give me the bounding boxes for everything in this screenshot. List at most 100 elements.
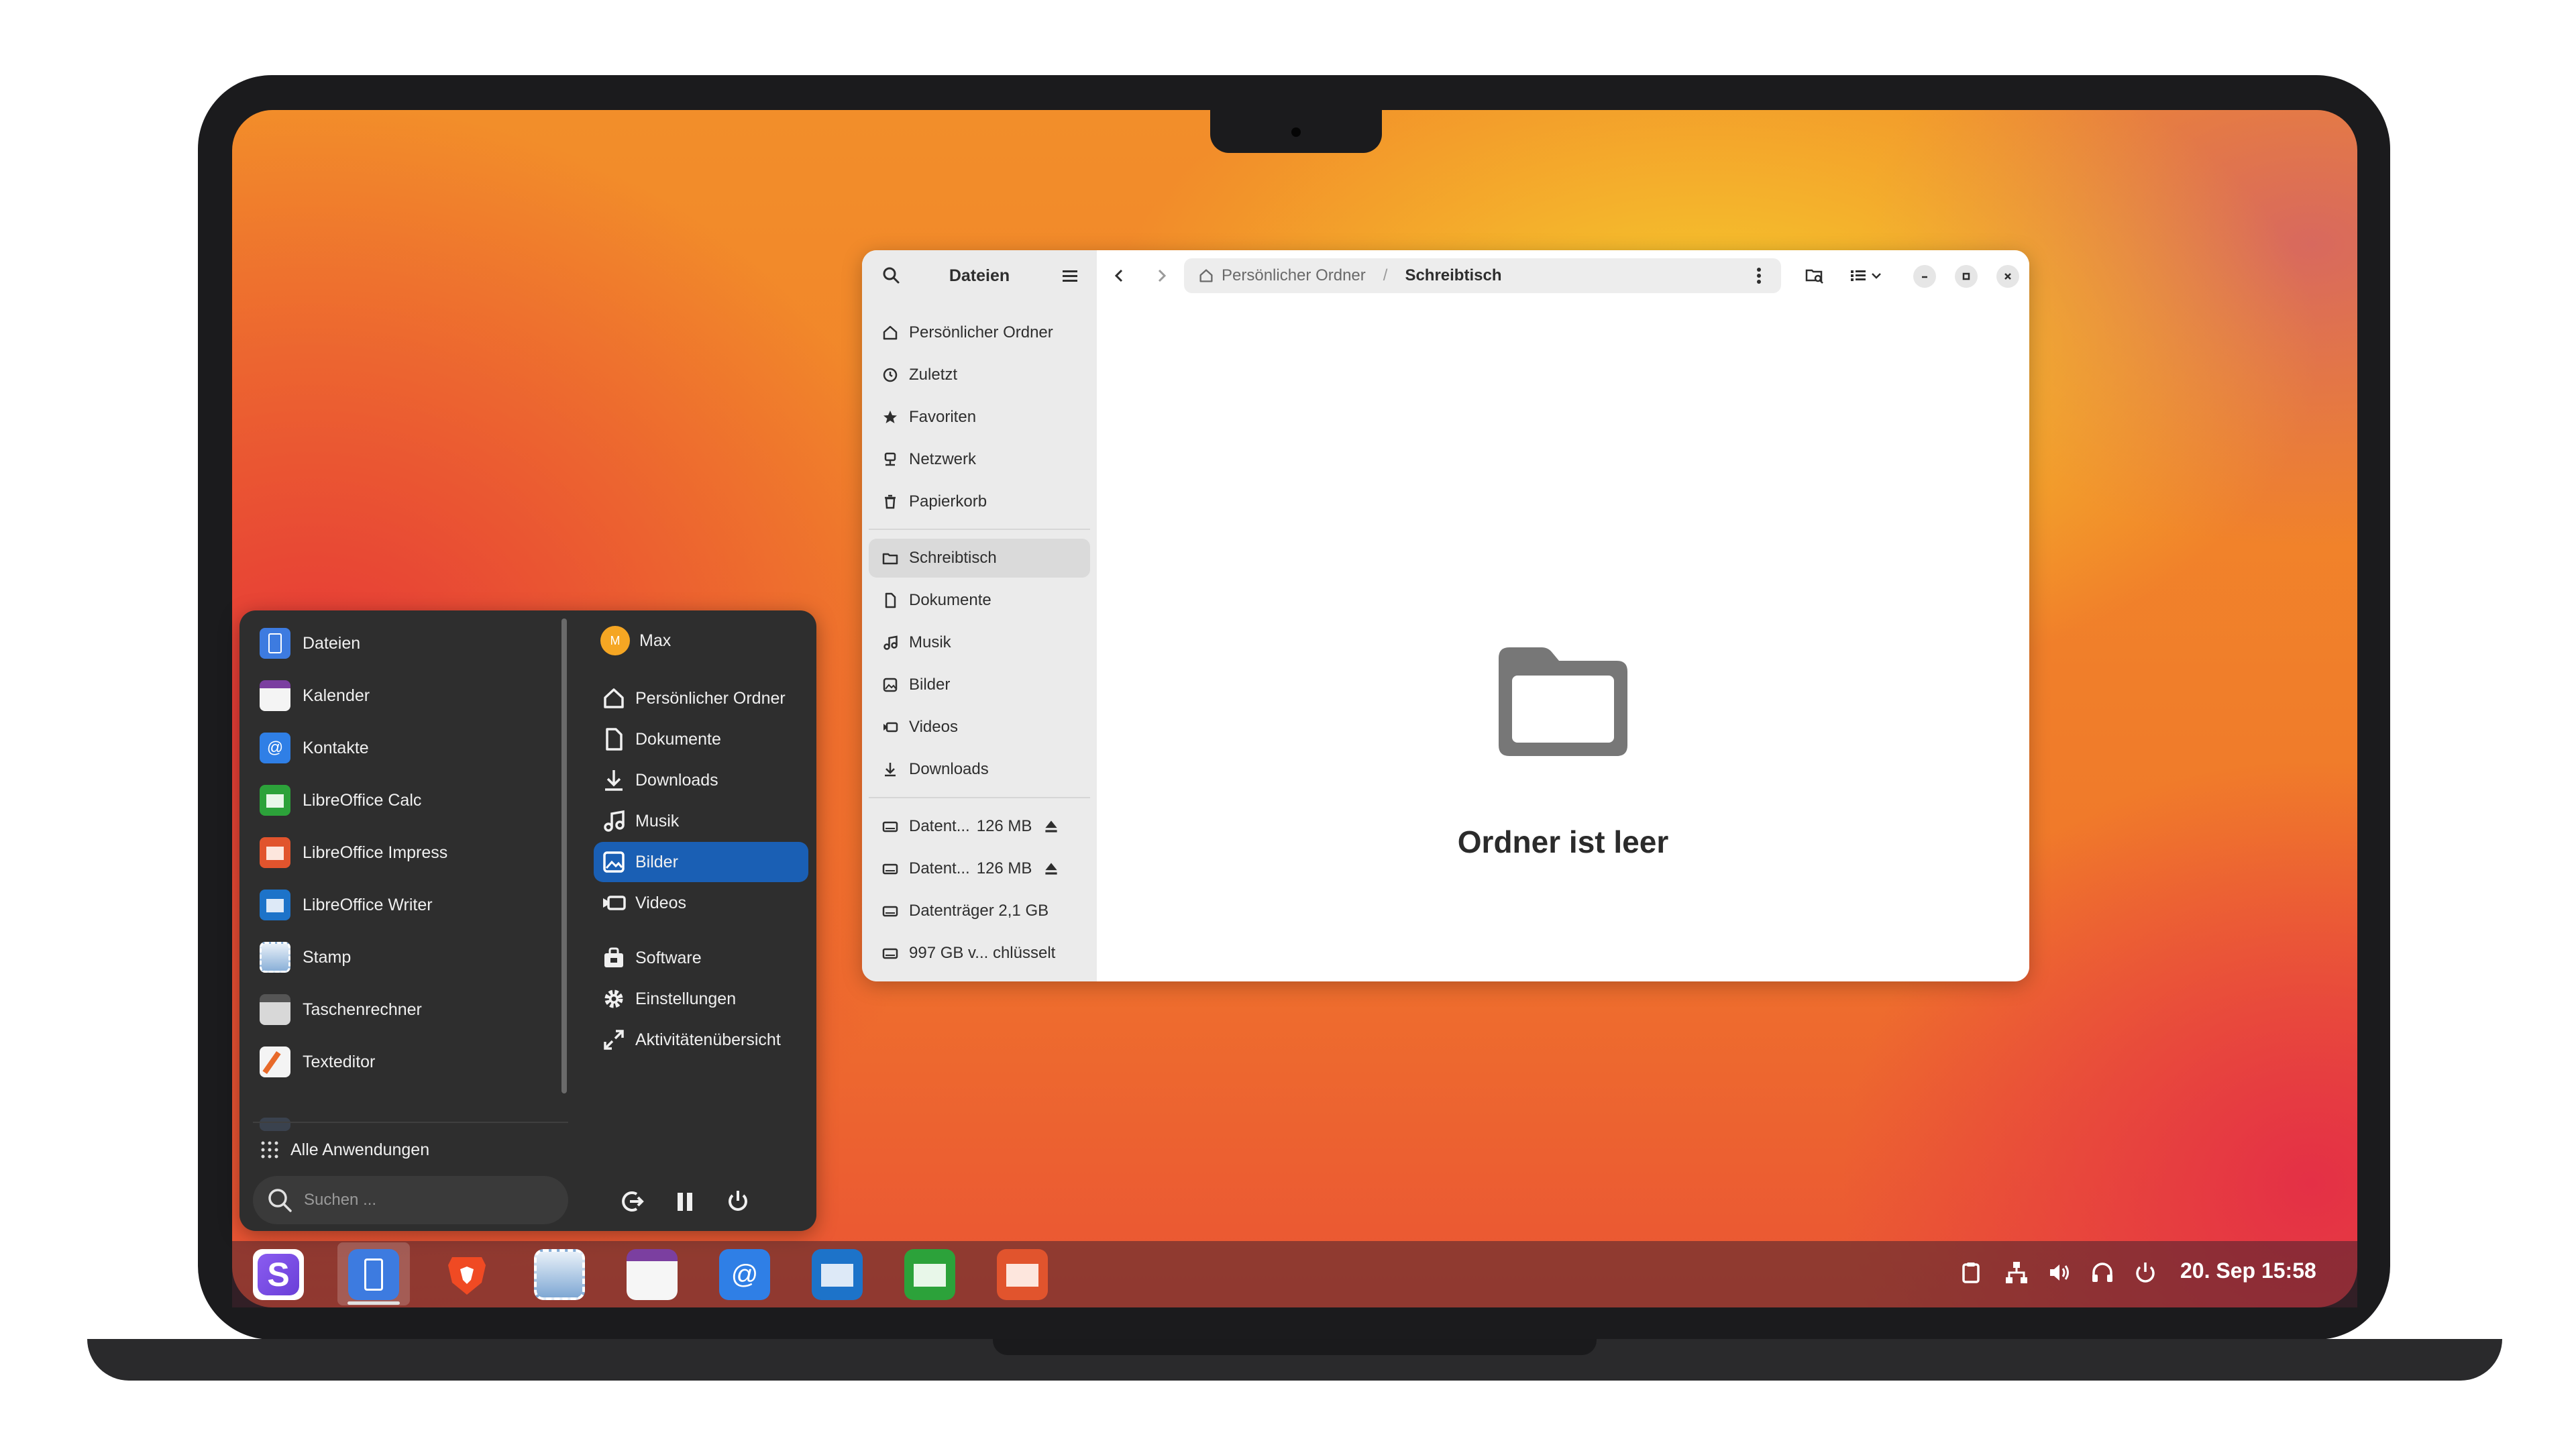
sidebar-divider [869, 797, 1090, 798]
breadcrumb-separator: / [1383, 266, 1388, 284]
app-item-contacts[interactable]: @ Kontakte [260, 722, 548, 774]
maximize-button[interactable] [1955, 265, 1978, 288]
app-item-calculator[interactable]: Taschenrechner [260, 983, 548, 1036]
all-apps-button[interactable]: Alle Anwendungen [260, 1132, 429, 1167]
eject-icon [1045, 820, 1057, 833]
sidebar-item-label: Bilder [909, 676, 951, 694]
system-item-software[interactable]: Software [594, 938, 808, 978]
taskbar-stamp-button[interactable] [534, 1249, 585, 1300]
taskbar-contacts-button[interactable]: @ [719, 1249, 770, 1300]
app-menu-button[interactable]: S [253, 1249, 304, 1300]
place-item-downloads[interactable]: Downloads [594, 760, 808, 800]
minimize-button[interactable] [1913, 265, 1936, 288]
taskbar-files-button[interactable] [348, 1249, 399, 1300]
avatar: M [600, 626, 630, 655]
sidebar-item-recent[interactable]: Zuletzt [869, 356, 1090, 394]
clipboard-button[interactable] [1957, 1259, 1984, 1286]
place-item-music[interactable]: Musik [594, 801, 808, 841]
clock[interactable]: 20. Sep 15:58 [2180, 1258, 2316, 1283]
app-item-calendar[interactable]: Kalender [260, 669, 548, 722]
drive-icon [882, 906, 898, 917]
power-icon [2136, 1263, 2155, 1283]
scrollbar[interactable] [561, 619, 567, 1093]
app-item-stamp[interactable]: Stamp [260, 931, 548, 983]
sidebar-item-music[interactable]: Musik [869, 623, 1090, 662]
drive-icon [882, 863, 898, 875]
breadcrumb-current[interactable]: Schreibtisch [1405, 266, 1501, 285]
taskbar-calendar-button[interactable] [627, 1249, 678, 1300]
sidebar-item-videos[interactable]: Videos [869, 708, 1090, 747]
forward-button[interactable] [1148, 262, 1175, 289]
headset-button[interactable] [2089, 1259, 2116, 1286]
place-item-pictures[interactable]: Bilder [594, 842, 808, 882]
app-label: LibreOffice Calc [303, 790, 422, 810]
sidebar-item-drive[interactable]: Datenträger 2,1 GB [869, 892, 1090, 930]
home-icon [883, 325, 898, 340]
taskbar-calc-button[interactable] [904, 1249, 955, 1300]
network-button[interactable] [2003, 1259, 2030, 1286]
place-label: Bilder [635, 852, 678, 871]
place-item-documents[interactable]: Dokumente [594, 719, 808, 759]
taskbar-writer-button[interactable] [812, 1249, 863, 1300]
folder-search-icon [1805, 269, 1823, 284]
sidebar-item-label: Dokumente [909, 591, 991, 609]
sidebar-item-drive[interactable]: Datent... 126 MB [869, 849, 1090, 888]
user-item[interactable]: M Max [594, 621, 808, 661]
taskbar-impress-button[interactable] [997, 1249, 1048, 1300]
app-item-files[interactable]: Dateien [260, 617, 548, 669]
sidebar-item-drive[interactable]: 997 GB v... chlüsselt [869, 934, 1090, 973]
volume-button[interactable] [2046, 1259, 2073, 1286]
menu-search-input[interactable]: Suchen ... [253, 1176, 568, 1224]
folder-icon [882, 553, 898, 565]
sidebar-item-documents[interactable]: Dokumente [869, 581, 1090, 620]
place-label: Persönlicher Ordner [635, 688, 786, 708]
sidebar-item-trash[interactable]: Papierkorb [869, 482, 1090, 521]
eject-icon [1045, 863, 1057, 875]
eject-button[interactable] [1042, 859, 1070, 878]
view-toggle-button[interactable] [1843, 262, 1890, 289]
writer-app-icon [260, 890, 290, 920]
search-placeholder: Suchen ... [304, 1191, 377, 1209]
system-power-button[interactable] [2132, 1259, 2159, 1286]
chevron-down-icon [1872, 273, 1881, 279]
grid-icon [261, 1141, 278, 1159]
sidebar-item-downloads[interactable]: Downloads [869, 750, 1090, 789]
power-button[interactable] [721, 1185, 755, 1218]
sidebar-item-starred[interactable]: Favoriten [869, 398, 1090, 437]
empty-state-message: Ordner ist leer [1457, 824, 1669, 859]
app-label: LibreOffice Writer [303, 895, 433, 914]
taskbar-brave-button[interactable] [441, 1249, 492, 1300]
app-item-impress[interactable]: LibreOffice Impress [260, 826, 548, 879]
back-button[interactable] [1106, 262, 1133, 289]
breadcrumb-home[interactable]: Persönlicher Ordner [1222, 266, 1366, 285]
sidebar-item-label: Papierkorb [909, 492, 987, 511]
sidebar-item-drive[interactable]: Datent... 126 MB [869, 807, 1090, 846]
eject-button[interactable] [1042, 817, 1070, 836]
search-icon [268, 1189, 292, 1212]
suspend-button[interactable] [668, 1185, 702, 1218]
sidebar-item-home[interactable]: Persönlicher Ordner [869, 313, 1090, 352]
sidebar-item-network[interactable]: Netzwerk [869, 440, 1090, 479]
system-item-overview[interactable]: Aktivitätenübersicht [594, 1020, 808, 1060]
logout-button[interactable] [615, 1185, 649, 1218]
drive-size: 126 MB [976, 859, 1032, 877]
main-menu-button[interactable] [1057, 262, 1083, 289]
system-item-settings[interactable]: Einstellungen [594, 979, 808, 1019]
place-item-videos[interactable]: Videos [594, 883, 808, 923]
app-item-writer[interactable]: LibreOffice Writer [260, 879, 548, 931]
path-menu-button[interactable] [1749, 265, 1769, 291]
place-item-home[interactable]: Persönlicher Ordner [594, 678, 808, 718]
search-folder-button[interactable] [1801, 262, 1828, 289]
calendar-app-icon [260, 680, 290, 711]
sidebar-item-desktop[interactable]: Schreibtisch [869, 539, 1090, 578]
download-icon [885, 763, 896, 777]
close-button[interactable] [1996, 265, 2019, 288]
sidebar-item-pictures[interactable]: Bilder [869, 665, 1090, 704]
place-label: Musik [635, 811, 680, 830]
chevron-right-icon [1158, 269, 1167, 282]
menu-divider [253, 1122, 568, 1123]
app-item-calc[interactable]: LibreOffice Calc [260, 774, 548, 826]
maximize-icon [1962, 272, 1970, 280]
home-icon [1199, 269, 1213, 282]
app-item-text-editor[interactable]: Texteditor [260, 1036, 548, 1088]
